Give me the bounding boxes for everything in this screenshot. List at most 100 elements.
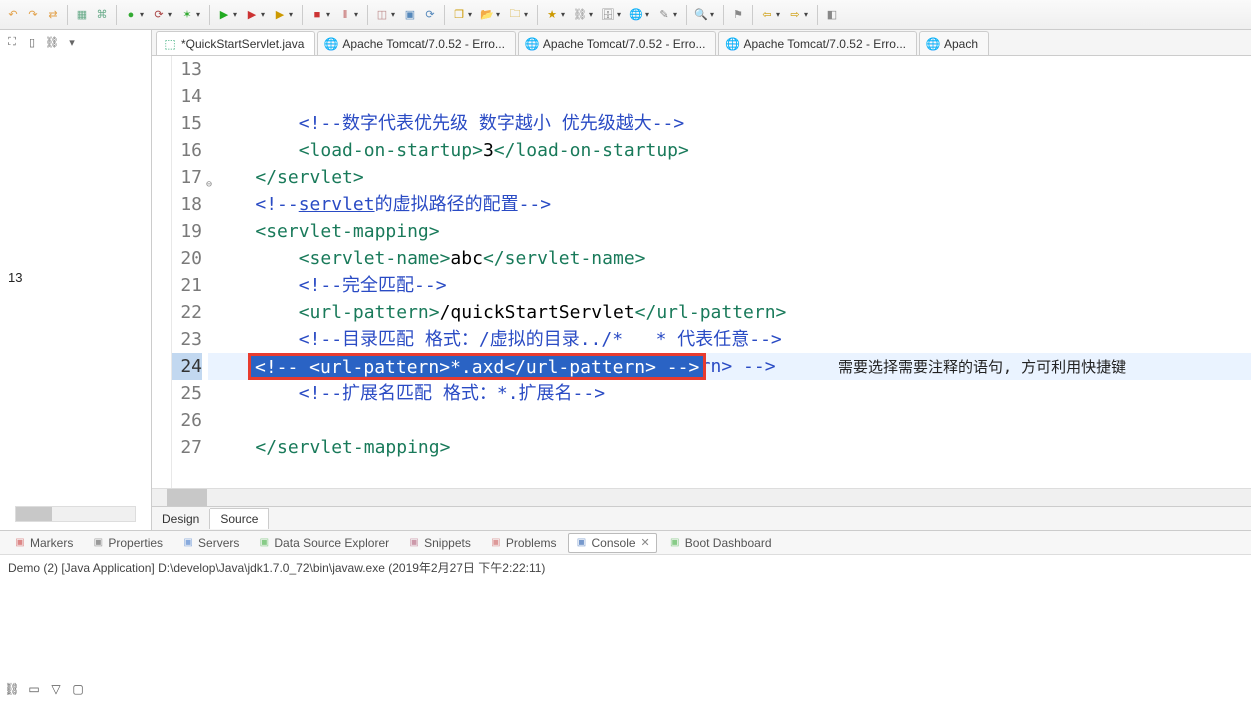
code-line[interactable]: <servlet-mapping> [208, 218, 1251, 245]
sync-icon[interactable]: ⟳ [150, 6, 168, 24]
debug-icon-dropdown[interactable]: ▾ [196, 10, 204, 19]
coverage-icon[interactable]: ▶ [271, 6, 289, 24]
minimize-icon[interactable]: ▽ [48, 681, 64, 697]
open-icon-dropdown[interactable]: ▾ [496, 10, 504, 19]
earth-icon-dropdown[interactable]: ▾ [645, 10, 653, 19]
code-editor[interactable]: 131415161718192021222324252627 <!--数字代表优… [152, 56, 1251, 488]
tree-icon[interactable]: ⌘ [93, 6, 111, 24]
view-tab-data-source-explorer[interactable]: ▣Data Source Explorer [250, 533, 396, 553]
refresh-icon[interactable]: ⟳ [421, 6, 439, 24]
folder-icon[interactable]: 🗀 [506, 6, 524, 24]
view-tab-problems[interactable]: ▣Problems [482, 533, 564, 553]
wand-icon-dropdown[interactable]: ▾ [673, 10, 681, 19]
editor-tab-2[interactable]: 🌐Apache Tomcat/7.0.52 - Erro... [518, 31, 717, 55]
code-line[interactable]: </servlet-mapping> [208, 434, 1251, 461]
code-line[interactable] [208, 461, 1251, 488]
search-icon-dropdown[interactable]: ▾ [710, 10, 718, 19]
undo-icon[interactable]: ↶ [4, 6, 22, 24]
pause-icon-dropdown[interactable]: ▾ [354, 10, 362, 19]
db-icon[interactable]: 🗄 [599, 6, 617, 24]
code-line[interactable]: <!--完全匹配--> [208, 272, 1251, 299]
view-label: Snippets [424, 536, 471, 550]
view-tab-markers[interactable]: ▣Markers [6, 533, 80, 553]
servers-icon: ▣ [181, 536, 195, 550]
code-line[interactable]: </servlet> [208, 164, 1251, 191]
view-tab-properties[interactable]: ▣Properties [84, 533, 170, 553]
collapse-icon[interactable]: ▯ [24, 34, 40, 50]
code-body[interactable]: <!--数字代表优先级 数字越小 优先级越大--> <load-on-start… [208, 56, 1251, 488]
search-icon[interactable]: 🔍 [692, 6, 710, 24]
build-icon[interactable]: ◫ [373, 6, 391, 24]
code-line[interactable]: <url-pattern>/quickStartServlet</url-pat… [208, 299, 1251, 326]
selected-comment-line[interactable]: <!-- <url-pattern>*.axd</url-pattern> --… [248, 353, 706, 380]
link-icon[interactable]: ⛓ [571, 6, 589, 24]
new-icon-dropdown[interactable]: ▾ [468, 10, 476, 19]
play-icon[interactable]: ▶ [215, 6, 233, 24]
play-icon-dropdown[interactable]: ▾ [233, 10, 241, 19]
flag-icon[interactable]: ⚑ [729, 6, 747, 24]
console-body[interactable] [0, 580, 1251, 676]
view-tab-servers[interactable]: ▣Servers [174, 533, 246, 553]
maximize-icon[interactable]: ▢ [70, 681, 86, 697]
design-tab[interactable]: Design [152, 509, 210, 529]
link-icon-left[interactable]: ⛓ [44, 34, 60, 50]
editor-tab-1[interactable]: 🌐Apache Tomcat/7.0.52 - Erro... [317, 31, 516, 55]
package-icon[interactable]: ▣ [401, 6, 419, 24]
problems-icon: ▣ [489, 536, 503, 550]
view-label: Data Source Explorer [274, 536, 389, 550]
outline-icon[interactable]: ▦ [73, 6, 91, 24]
editor-hscroll[interactable] [152, 488, 1251, 506]
view-tab-boot-dashboard[interactable]: ▣Boot Dashboard [661, 533, 779, 553]
build-icon-dropdown[interactable]: ▾ [391, 10, 399, 19]
star-icon-dropdown[interactable]: ▾ [561, 10, 569, 19]
fwd-icon[interactable]: ⇨ [786, 6, 804, 24]
sync-icon-dropdown[interactable]: ▾ [168, 10, 176, 19]
fwd-icon-dropdown[interactable]: ▾ [804, 10, 812, 19]
profile-icon-dropdown[interactable]: ▾ [261, 10, 269, 19]
line-number: 16 [172, 137, 202, 164]
coverage-icon-dropdown[interactable]: ▾ [289, 10, 297, 19]
run-icon-dropdown[interactable]: ▾ [140, 10, 148, 19]
folder-icon-dropdown[interactable]: ▾ [524, 10, 532, 19]
editor-tab-0[interactable]: ⬚*QuickStartServlet.java [156, 31, 315, 55]
close-icon[interactable]: ✕ [641, 536, 650, 549]
earth-icon[interactable]: 🌐 [627, 6, 645, 24]
stop-icon[interactable]: ■ [308, 6, 326, 24]
view-menu-icon[interactable]: ▭ [26, 681, 42, 697]
wand-icon[interactable]: ✎ [655, 6, 673, 24]
view-tab-console[interactable]: ▣Console✕ [568, 533, 657, 553]
view-label: Properties [108, 536, 163, 550]
switch-icon[interactable]: ⇄ [44, 6, 62, 24]
redo-icon[interactable]: ↷ [24, 6, 42, 24]
open-icon[interactable]: 📂 [478, 6, 496, 24]
back-icon-dropdown[interactable]: ▾ [776, 10, 784, 19]
stop-icon-dropdown[interactable]: ▾ [326, 10, 334, 19]
code-line[interactable]: <servlet-name>abc</servlet-name> [208, 245, 1251, 272]
profile-icon[interactable]: ▶ [243, 6, 261, 24]
editor-tab-3[interactable]: 🌐Apache Tomcat/7.0.52 - Erro... [718, 31, 917, 55]
star-icon[interactable]: ★ [543, 6, 561, 24]
code-line[interactable]: <!--扩展名匹配 格式：*.扩展名--> [208, 380, 1251, 407]
code-line[interactable]: <!--数字代表优先级 数字越小 优先级越大--> [208, 110, 1251, 137]
back-icon[interactable]: ⇦ [758, 6, 776, 24]
link-mode-icon[interactable]: ⛓ [4, 681, 20, 697]
db-icon-dropdown[interactable]: ▾ [617, 10, 625, 19]
code-line[interactable] [208, 407, 1251, 434]
code-line[interactable]: <!--目录匹配 格式：/虚拟的目录../* * 代表任意--> [208, 326, 1251, 353]
debug-icon[interactable]: ✶ [178, 6, 196, 24]
menu-icon-left[interactable]: ▾ [64, 34, 80, 50]
hierarchy-icon[interactable]: ⛶ [4, 34, 20, 50]
code-line[interactable]: <!--servlet的虚拟路径的配置--> [208, 191, 1251, 218]
left-line-number: 13 [8, 270, 22, 285]
editor-tab-4[interactable]: 🌐Apach [919, 31, 989, 55]
source-tab[interactable]: Source [210, 508, 269, 529]
view-tab-snippets[interactable]: ▣Snippets [400, 533, 478, 553]
left-scrollbar[interactable] [0, 506, 151, 524]
code-line[interactable]: <load-on-startup>3</load-on-startup> [208, 137, 1251, 164]
fold-gutter[interactable] [152, 56, 172, 488]
link-icon-dropdown[interactable]: ▾ [589, 10, 597, 19]
split-icon[interactable]: ◧ [823, 6, 841, 24]
run-icon[interactable]: ● [122, 6, 140, 24]
new-icon[interactable]: ❐ [450, 6, 468, 24]
pause-icon[interactable]: ‖ [336, 6, 354, 24]
